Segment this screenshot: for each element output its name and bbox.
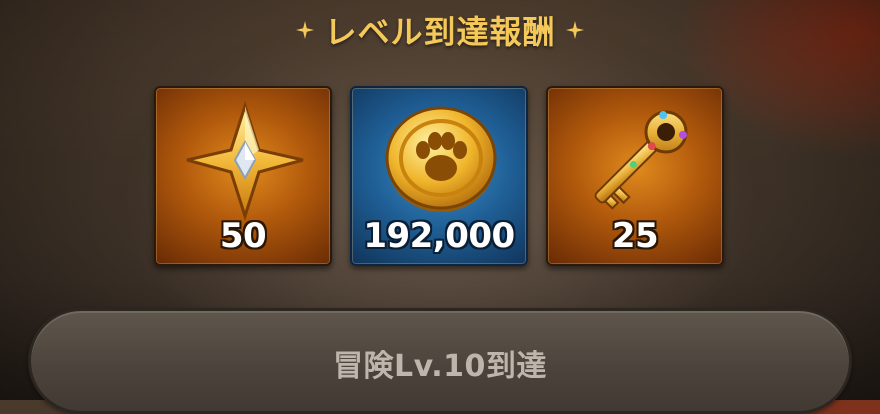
reward-quantity: 25 [611, 216, 659, 256]
sparkle-right-icon [565, 21, 584, 39]
reward-quantity: 50 [219, 216, 267, 256]
reward-title-bar: レベル到達報酬 [0, 8, 880, 52]
reward-list: 50 192,000 25 [154, 86, 726, 268]
condition-label: 冒険Lv.10到達 [333, 349, 547, 384]
sparkle-left-icon [296, 21, 315, 39]
paw-gold-coin-icon [385, 106, 497, 212]
reward-item-key[interactable]: 25 [546, 86, 724, 266]
reward-item-star[interactable]: 50 [154, 86, 332, 266]
jeweled-golden-key-icon [594, 110, 688, 210]
reward-item-coin[interactable]: 192,000 [350, 86, 528, 266]
gold-star-crystal-icon [186, 101, 304, 221]
reward-quantity: 192,000 [363, 216, 515, 256]
level-condition-button[interactable]: 冒険Lv.10到達 [28, 308, 852, 414]
page-title: レベル到達報酬 [324, 13, 556, 51]
